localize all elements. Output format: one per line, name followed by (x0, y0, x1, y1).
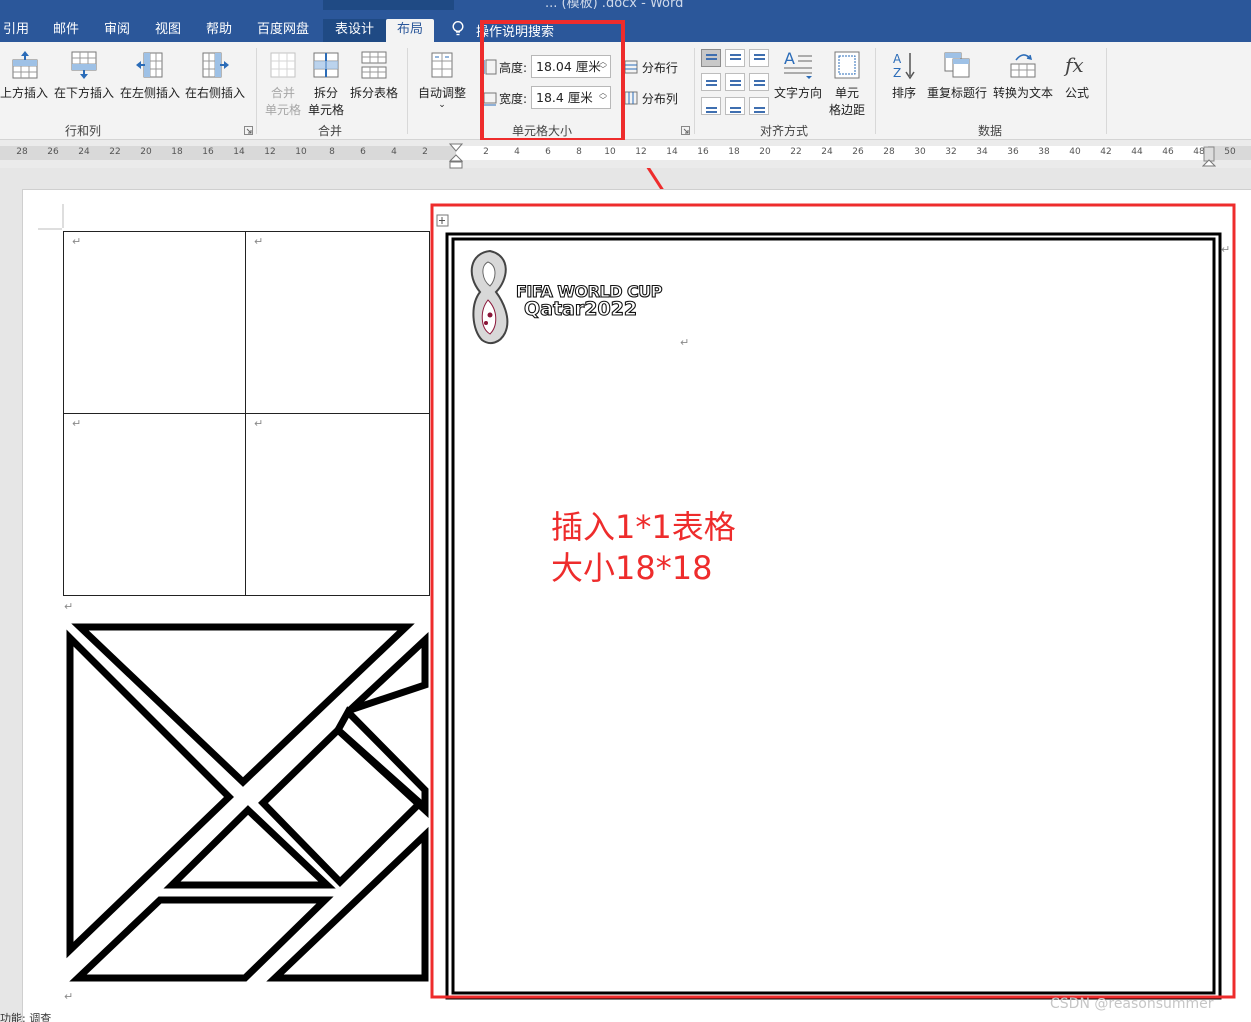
table-highlight-box (430, 203, 1236, 999)
paragraph-mark: ↵ (680, 336, 690, 349)
annotation-text: 插入1*1表格 大小18*18 (551, 507, 736, 589)
tangram-figure (66, 623, 429, 982)
logo-wordmark: FIFA WORLD CUP Qatar2022 (515, 281, 663, 320)
paragraph-mark: ↵ (72, 417, 82, 430)
logo-text-line2: Qatar2022 (523, 297, 638, 320)
paragraph-mark: ↵ (64, 600, 74, 613)
margin-marker (38, 204, 64, 230)
grid-table-2x2[interactable] (63, 231, 430, 596)
paragraph-mark: ↵ (72, 235, 82, 248)
annotation-line-2: 大小18*18 (551, 549, 713, 587)
annotation-line-1: 插入1*1表格 (551, 508, 736, 546)
paragraph-mark: ↵ (254, 417, 264, 430)
paragraph-mark: ↵ (1221, 243, 1231, 256)
paragraph-mark: ↵ (64, 990, 74, 1003)
fifa-world-cup-logo (470, 249, 509, 345)
paragraph-mark: ↵ (254, 235, 264, 248)
framed-table-1x1[interactable] (445, 232, 1222, 1000)
status-bar-text: 功能: 调查 (0, 1012, 52, 1022)
watermark: CSDN @reasonsummer (1050, 996, 1214, 1012)
